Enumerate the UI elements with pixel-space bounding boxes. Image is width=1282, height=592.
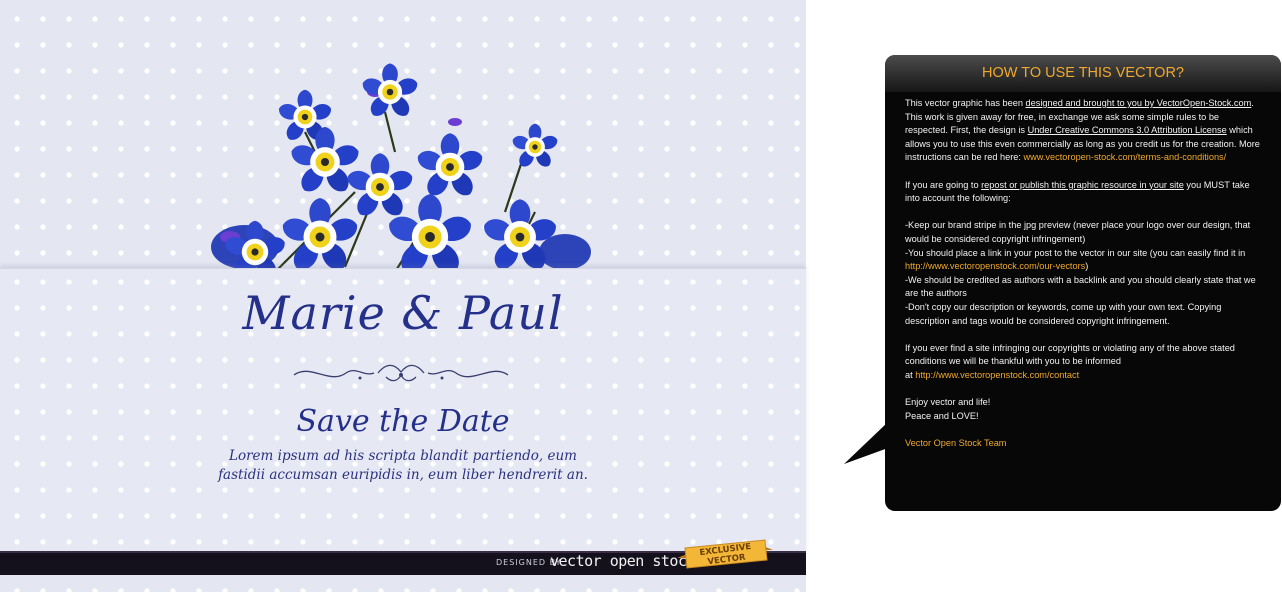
text: If you ever find a site infringing our c…: [905, 342, 1235, 367]
card-body-line: Lorem ipsum ad his scripta blandit parti…: [229, 448, 577, 464]
text: Enjoy vector and life!: [905, 397, 991, 408]
info-box-body: This vector graphic has been designed an…: [885, 92, 1281, 450]
license-paragraph: This vector graphic has been designed an…: [905, 97, 1263, 165]
vector-open-stock-logo: vector open stock: [550, 552, 696, 570]
rules-list: -Keep our brand stripe in the jpg previe…: [905, 219, 1263, 328]
how-to-use-info-box: HOW TO USE THIS VECTOR? This vector grap…: [885, 55, 1281, 511]
card-body-text: Lorem ipsum ad his scripta blandit parti…: [150, 447, 656, 485]
repost-paragraph: If you are going to repost or publish th…: [905, 179, 1263, 206]
rule-item: -You should place a link in your post to…: [905, 247, 1246, 258]
contact-url-link[interactable]: http://www.vectoropenstock.com/contact: [915, 370, 1079, 380]
text: ): [1085, 261, 1089, 272]
info-box-title: HOW TO USE THIS VECTOR?: [885, 55, 1281, 92]
couple-names: Marie & Paul: [242, 286, 564, 340]
vectoropenstock-credit-link[interactable]: designed and brought to you by VectorOpe…: [1026, 98, 1252, 108]
creative-commons-link[interactable]: Under Creative Commons 3.0 Attribution L…: [1028, 125, 1227, 135]
text: If you are going to: [905, 179, 982, 190]
infringement-paragraph: If you ever find a site infringing our c…: [905, 342, 1263, 383]
card-body-line: fastidii accumsan euripidis in, eum libe…: [218, 467, 588, 483]
rule-item: -We should be credited as authors with a…: [905, 274, 1256, 299]
our-vectors-url-link[interactable]: http://www.vectoropenstock.com/our-vecto…: [905, 261, 1085, 271]
closing-paragraph: Enjoy vector and life! Peace and LOVE!: [905, 396, 1263, 423]
rule-item: -Don't copy our description or keywords,…: [905, 301, 1222, 326]
flourish-divider: [293, 364, 509, 382]
text: This vector graphic has been: [905, 98, 1026, 108]
repost-link[interactable]: repost or publish this graphic resource …: [981, 180, 1184, 190]
team-signature: Vector Open Stock Team: [905, 437, 1007, 448]
terms-url-link[interactable]: www.vectoropen-stock.com/terms-and-condi…: [1023, 152, 1226, 162]
rule-item: -Keep our brand stripe in the jpg previe…: [905, 220, 1251, 244]
save-the-date-card: Marie & Paul Save the Date Lorem ipsum a…: [0, 0, 806, 592]
forget-me-not-flowers-illustration: [211, 63, 591, 277]
text: at: [905, 369, 916, 380]
text: Peace and LOVE!: [905, 410, 979, 421]
save-the-date-heading: Save the Date: [296, 404, 510, 439]
